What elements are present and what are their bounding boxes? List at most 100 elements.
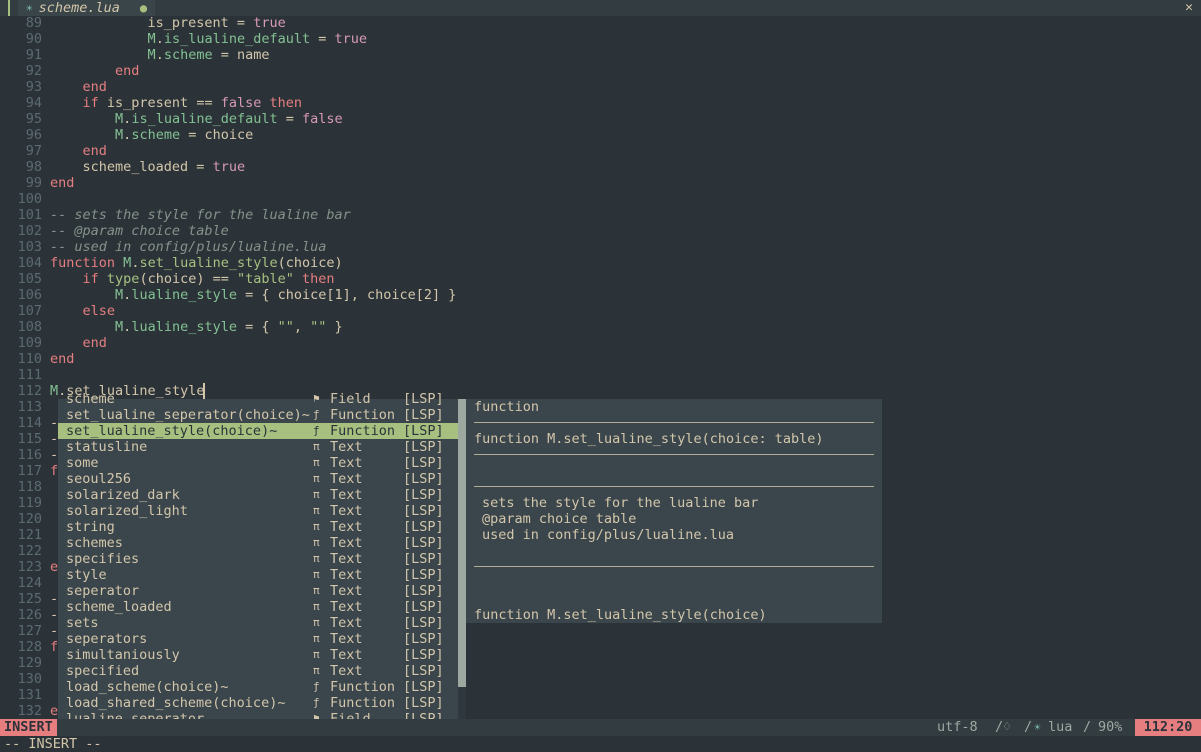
completion-item[interactable]: style π Text [LSP] [58, 567, 458, 583]
code-line[interactable]: 111 [0, 367, 1201, 383]
completion-item[interactable]: set_lualine_seperator(choice)~ ƒ Function [… [58, 407, 458, 423]
code-text: -- sets the style for the lualine bar [50, 207, 351, 223]
kind-icon: ƒ [313, 424, 320, 437]
completion-source: [LSP] [403, 455, 444, 471]
completion-item[interactable]: scheme ⚑ Field [LSP] [58, 391, 458, 407]
completion-item[interactable]: load_shared_scheme(choice)~ ƒ Function [LSP… [58, 695, 458, 711]
command-line[interactable]: -- INSERT -- [0, 736, 1201, 752]
kind-icon: π [313, 664, 320, 677]
code-token: . [155, 31, 164, 47]
completion-item[interactable]: some π Text [LSP] [58, 455, 458, 471]
completion-word: load_scheme(choice)~ [66, 679, 229, 695]
tab-scheme-lua[interactable]: ☀ scheme.lua ● [18, 0, 156, 16]
completion-scrollbar-thumb[interactable] [458, 399, 466, 687]
code-line[interactable]: 101 -- sets the style for the lualine bar [0, 207, 1201, 223]
completion-kind: Text [330, 631, 363, 647]
code-line[interactable]: 106 M.lualine_style = { choice[1], choic… [0, 287, 1201, 303]
completion-item[interactable]: specifies π Text [LSP] [58, 551, 458, 567]
code-token: - [50, 607, 59, 623]
code-text: else [50, 303, 116, 319]
scroll-percent: 90% [1098, 719, 1123, 735]
line-number: 132 [17, 703, 42, 719]
completion-item[interactable]: specified π Text [LSP] [58, 663, 458, 679]
code-line[interactable]: 103 -- used in config/plus/lualine.lua [0, 239, 1201, 255]
code-text: if type(choice) == "table" then [50, 271, 335, 287]
line-number: 103 [17, 239, 42, 255]
completion-kind: Function [330, 423, 396, 439]
completion-source: [LSP] [403, 503, 444, 519]
completion-kind: Text [330, 487, 363, 503]
completion-word: string [66, 519, 115, 535]
completion-word: scheme_loaded [66, 599, 172, 615]
line-number: 89 [25, 15, 42, 31]
completion-item[interactable]: set_lualine_style(choice)~ ƒ Function [LSP] [58, 423, 458, 439]
code-line[interactable]: 93 end [0, 79, 1201, 95]
line-number: 90 [25, 31, 42, 47]
code-line[interactable]: 96 M.scheme = choice [0, 127, 1201, 143]
code-token: end [50, 351, 75, 367]
completion-source: [LSP] [403, 535, 444, 551]
code-line[interactable]: 95 M.is_lualine_default = false [0, 111, 1201, 127]
code-line[interactable]: 107 else [0, 303, 1201, 319]
code-line[interactable]: 91 M.scheme = name [0, 47, 1201, 63]
code-line[interactable]: 104 function M.set_lualine_style(choice) [0, 255, 1201, 271]
completion-kind: Text [330, 535, 363, 551]
kind-icon: π [313, 536, 320, 549]
filetype: lua [1048, 719, 1073, 735]
line-number: 130 [17, 671, 42, 687]
completion-item[interactable]: load_scheme(choice)~ ƒ Function [LSP] [58, 679, 458, 695]
code-token: = [310, 31, 335, 47]
completion-source: [LSP] [403, 615, 444, 631]
code-line[interactable]: 108 M.lualine_style = { "", "" } [0, 319, 1201, 335]
code-line[interactable]: 89 is_present = true [0, 15, 1201, 31]
code-line[interactable]: 105 if type(choice) == "table" then [0, 271, 1201, 287]
completion-word: specifies [66, 551, 140, 567]
completion-item[interactable]: sets π Text [LSP] [58, 615, 458, 631]
completion-item[interactable]: solarized_light π Text [LSP] [58, 503, 458, 519]
kind-icon: π [313, 440, 320, 453]
completion-word: statusline [66, 439, 148, 455]
code-line[interactable]: 97 end [0, 143, 1201, 159]
completion-item[interactable]: string π Text [LSP] [58, 519, 458, 535]
code-line[interactable]: 102 -- @param choice table [0, 223, 1201, 239]
completion-item[interactable]: simultaniously π Text [LSP] [58, 647, 458, 663]
completion-word: seperators [66, 631, 148, 647]
code-line[interactable]: 98 scheme_loaded = true [0, 159, 1201, 175]
completion-item[interactable]: seperator π Text [LSP] [58, 583, 458, 599]
completion-item[interactable]: solarized_dark π Text [LSP] [58, 487, 458, 503]
completion-kind: Function [330, 679, 396, 695]
code-text: end [50, 175, 74, 191]
completion-source: [LSP] [403, 487, 444, 503]
code-line[interactable]: 90 M.is_lualine_default = true [0, 31, 1201, 47]
code-line[interactable]: 92 end [0, 63, 1201, 79]
doc-description-line: sets the style for the lualine bar [482, 495, 759, 511]
code-token: = [277, 111, 303, 127]
line-number: 118 [17, 479, 42, 495]
code-text: if is_present == false then [50, 95, 302, 111]
code-line[interactable]: 110 end [0, 351, 1201, 367]
code-token: end [50, 79, 107, 95]
completion-item[interactable]: seoul256 π Text [LSP] [58, 471, 458, 487]
completion-source: [LSP] [403, 439, 444, 455]
code-line[interactable]: 100 [0, 191, 1201, 207]
code-token: end [50, 335, 107, 351]
code-line[interactable]: 94 if is_present == false then [0, 95, 1201, 111]
kind-icon: π [313, 472, 320, 485]
code-text: M.scheme = choice [50, 127, 253, 143]
kind-icon: ƒ [313, 680, 320, 693]
lua-filetype-icon: ☀ [1034, 721, 1041, 734]
completion-item[interactable]: scheme_loaded π Text [LSP] [58, 599, 458, 615]
completion-item[interactable]: schemes π Text [LSP] [58, 535, 458, 551]
completion-kind: Function [330, 407, 396, 423]
completion-menu[interactable]: scheme ⚑ Field [LSP] set_lualine_seperator(c… [58, 391, 458, 727]
completion-item[interactable]: seperators π Text [LSP] [58, 631, 458, 647]
code-line[interactable]: 99 end [0, 175, 1201, 191]
code-line[interactable]: 109 end [0, 335, 1201, 351]
completion-source: [LSP] [403, 695, 444, 711]
line-number: 110 [17, 351, 42, 367]
completion-item[interactable]: statusline π Text [LSP] [58, 439, 458, 455]
line-number: 128 [17, 639, 42, 655]
close-icon[interactable]: ✕ [1185, 0, 1193, 16]
